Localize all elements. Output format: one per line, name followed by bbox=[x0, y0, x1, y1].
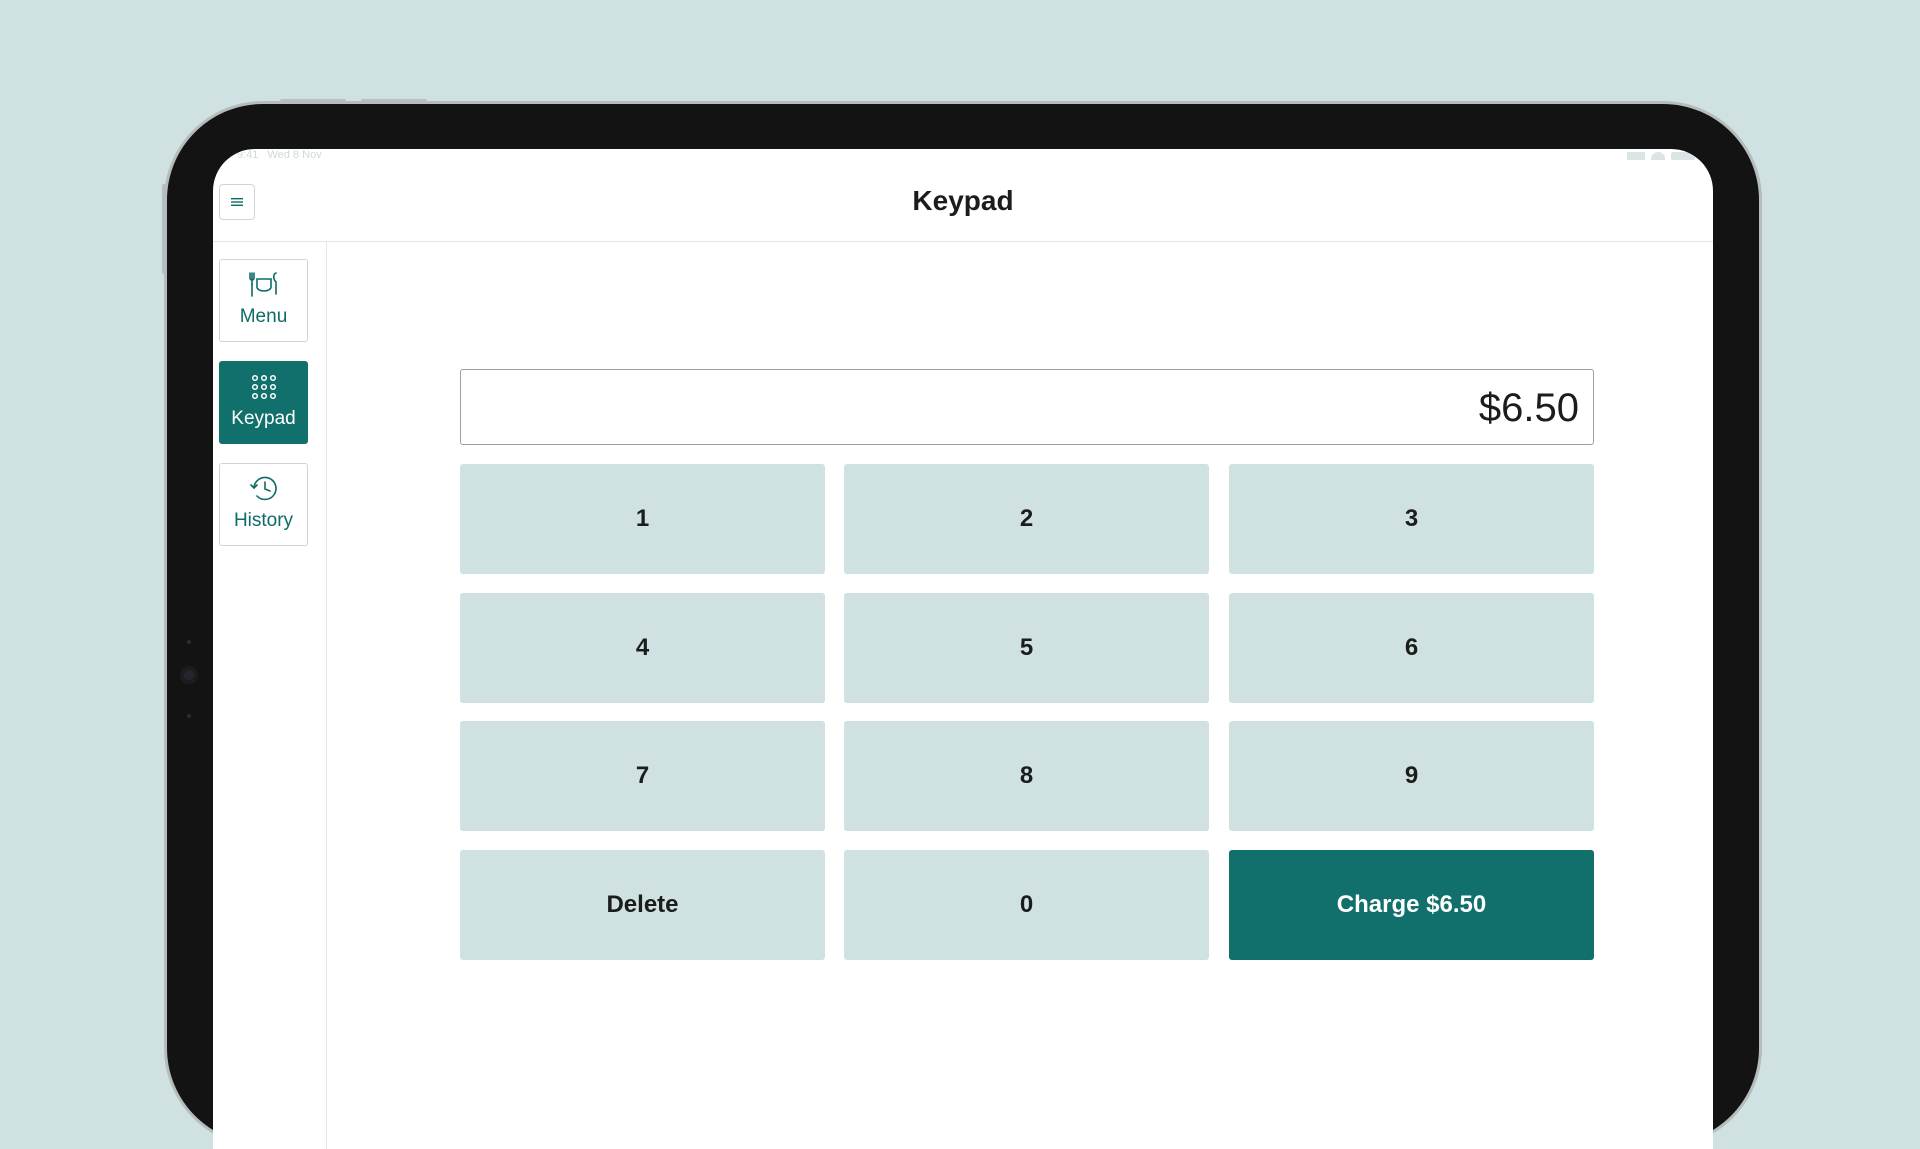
keypad-key-5[interactable]: 5 bbox=[844, 593, 1209, 703]
device-side-button bbox=[162, 184, 166, 274]
page-title: Keypad bbox=[912, 185, 1014, 216]
charge-button[interactable]: Charge $6.50 bbox=[1229, 850, 1594, 960]
keypad-key-0[interactable]: 0 bbox=[844, 850, 1209, 960]
keypad-key-1[interactable]: 1 bbox=[460, 464, 825, 574]
sidebar-item-label: Menu bbox=[239, 306, 288, 327]
camera-icon bbox=[180, 666, 198, 684]
keypad-key-8[interactable]: 8 bbox=[844, 721, 1209, 831]
sidebar-item-keypad[interactable]: Keypad bbox=[219, 361, 308, 444]
utensils-plate-icon bbox=[249, 272, 277, 297]
keypad-key-6[interactable]: 6 bbox=[1229, 593, 1594, 703]
sensor-dot bbox=[187, 714, 191, 718]
keypad-key-4[interactable]: 4 bbox=[460, 593, 825, 703]
sidebar-item-label: History bbox=[233, 510, 294, 531]
keypad-key-7[interactable]: 7 bbox=[460, 721, 825, 831]
sidebar-item-label: Keypad bbox=[231, 408, 296, 429]
sidebar-nav: Menu Keypad History bbox=[213, 242, 327, 1149]
amount-value: $6.50 bbox=[1478, 386, 1579, 430]
sensor-dot bbox=[187, 640, 191, 644]
delete-button[interactable]: Delete bbox=[460, 850, 825, 960]
app-header: Keypad bbox=[213, 149, 1713, 242]
keypad-key-2[interactable]: 2 bbox=[844, 464, 1209, 574]
keypad-key-9[interactable]: 9 bbox=[1229, 721, 1594, 831]
keypad-grid-icon bbox=[251, 374, 277, 400]
sidebar-item-history[interactable]: History bbox=[219, 463, 308, 546]
keypad-key-3[interactable]: 3 bbox=[1229, 464, 1594, 574]
history-clock-icon bbox=[250, 476, 277, 501]
sidebar-item-menu[interactable]: Menu bbox=[219, 259, 308, 342]
amount-display: $6.50 bbox=[460, 369, 1594, 445]
tablet-screen: 9:41 Wed 8 Nov Keypad Menu Keypad Histor… bbox=[213, 149, 1713, 1149]
